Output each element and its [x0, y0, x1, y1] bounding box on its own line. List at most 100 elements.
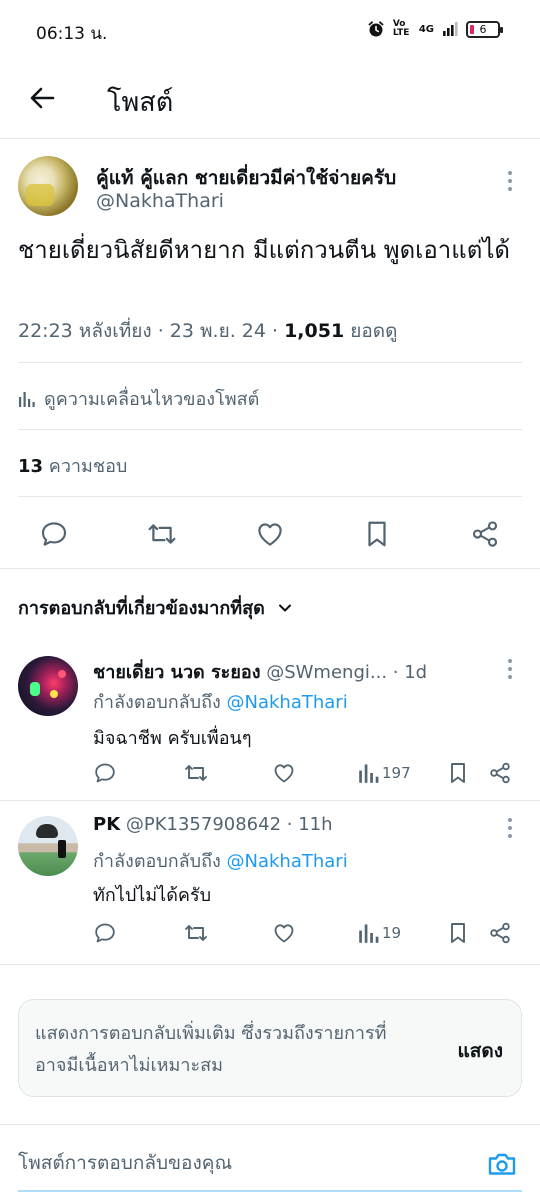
analytics-icon [359, 764, 379, 783]
share-icon [472, 521, 498, 547]
replying-to: กำลังตอบกลับถึง @NakhaThari [93, 687, 348, 716]
share-button[interactable] [463, 512, 507, 556]
views-button[interactable]: 19 [358, 918, 401, 948]
post-analytics-link[interactable]: ดูความเคลื่อนไหวของโพสต์ [18, 384, 259, 413]
likes-label: ความชอบ [43, 456, 128, 477]
post-meta: 22:23 หลังเที่ยง · 23 พ.ย. 24 · 1,051 ยอ… [18, 316, 397, 346]
likes-summary[interactable]: 13 ความชอบ [18, 451, 127, 480]
battery-icon: 6 [466, 20, 503, 38]
divider [0, 800, 540, 801]
show-more-text: แสดงการตอบกลับเพิ่มเติม ซึ่งรวมถึงรายการ… [35, 1023, 387, 1076]
repost-icon [148, 524, 176, 544]
reply-icon [95, 763, 115, 783]
author-handle[interactable]: @NakhaThari [96, 190, 224, 212]
header-divider [0, 138, 540, 139]
show-more-button[interactable]: แสดง [458, 1036, 503, 1066]
likes-count: 13 [18, 456, 44, 477]
like-icon [274, 924, 294, 943]
share-icon [490, 922, 510, 944]
reply-author-handle[interactable]: @SWmengi... [260, 662, 387, 683]
repost-icon [185, 765, 207, 781]
replies-sort-label: การตอบกลับที่เกี่ยวข้องมากที่สุด [18, 598, 265, 619]
views-count: 197 [382, 764, 411, 782]
views-button[interactable]: 197 [358, 758, 411, 788]
reply-action-bar: 197 [0, 758, 540, 788]
reply-button[interactable] [32, 512, 76, 556]
reply-header: PK @PK1357908642 · 11h [93, 814, 333, 835]
divider [18, 429, 522, 430]
status-icons: Vo LTE 4G 6 [367, 20, 503, 38]
share-button[interactable] [488, 918, 512, 948]
reply-more-button[interactable] [498, 816, 522, 840]
like-button[interactable] [272, 758, 296, 788]
reply-text: ทักไปไม่ได้ครับ [93, 885, 212, 906]
author-name[interactable]: คู้แท้ คู้แลก ชายเดี่ยวมีค่าใช้จ่ายครับ [96, 163, 396, 193]
more-vertical-icon [508, 818, 512, 838]
like-icon [258, 523, 282, 546]
signal-icon [442, 21, 458, 37]
views-count: 19 [382, 924, 402, 942]
reply-button[interactable] [93, 918, 117, 948]
analytics-icon [359, 924, 379, 943]
analytics-icon [18, 390, 36, 408]
arrow-left-icon [30, 87, 55, 109]
author-avatar[interactable] [18, 156, 78, 216]
replying-to-handle[interactable]: @NakhaThari [227, 851, 348, 872]
analytics-label: ดูความเคลื่อนไหวของโพสต์ [44, 389, 260, 410]
views-label: ยอดดู [344, 320, 398, 342]
chevron-down-icon [277, 600, 293, 616]
share-icon [490, 762, 510, 784]
show-more-replies-card: แสดงการตอบกลับเพิ่มเติม ซึ่งรวมถึงรายการ… [18, 999, 522, 1097]
camera-icon [488, 1153, 516, 1175]
network-label: 4G [418, 23, 434, 35]
divider [0, 568, 540, 569]
reply-time: · 1d [387, 662, 428, 683]
share-button[interactable] [488, 758, 512, 788]
repost-button[interactable] [183, 918, 209, 948]
bookmark-icon [368, 521, 386, 547]
reply-text: มิจฉาชีพ ครับเพื่อนๆ [93, 728, 252, 749]
composer-underline [18, 1190, 522, 1192]
repost-button[interactable] [183, 758, 209, 788]
replying-to: กำลังตอบกลับถึง @NakhaThari [93, 846, 348, 875]
reply-header: ชายเดี่ยว นวด ระยอง @SWmengi... · 1d [93, 657, 427, 686]
reply-time: · 11h [281, 814, 333, 835]
reply-more-button[interactable] [498, 657, 522, 681]
like-button[interactable] [248, 512, 292, 556]
more-vertical-icon [508, 659, 512, 679]
bookmark-icon [451, 763, 465, 783]
divider [18, 362, 522, 363]
page-title: โพสต์ [107, 87, 174, 118]
replying-prefix: กำลังตอบกลับถึง [93, 692, 227, 713]
bookmark-icon [451, 923, 465, 943]
post-timestamp: 22:23 หลังเที่ยง · 23 พ.ย. 24 · [18, 320, 285, 342]
composer-divider [0, 1124, 540, 1125]
replying-to-handle[interactable]: @NakhaThari [227, 692, 348, 713]
replies-sort-dropdown[interactable]: การตอบกลับที่เกี่ยวข้องมากที่สุด [18, 593, 293, 622]
reply-icon [41, 522, 67, 546]
reply-composer-input[interactable] [18, 1146, 458, 1180]
camera-button[interactable] [486, 1148, 518, 1180]
post-action-bar [0, 512, 540, 556]
back-button[interactable] [22, 80, 62, 116]
replying-prefix: กำลังตอบกลับถึง [93, 851, 227, 872]
divider [0, 964, 540, 965]
bookmark-button[interactable] [447, 918, 469, 948]
reply-author-handle[interactable]: @PK1357908642 [120, 814, 281, 835]
like-button[interactable] [272, 918, 296, 948]
reply-avatar[interactable] [18, 656, 78, 716]
reply-avatar[interactable] [18, 816, 78, 876]
views-count: 1,051 [284, 320, 345, 342]
reply-author-name[interactable]: ชายเดี่ยว นวด ระยอง [93, 662, 260, 683]
post-more-button[interactable] [498, 169, 522, 193]
status-time: 06:13 น. [36, 24, 108, 44]
divider [18, 496, 522, 497]
more-vertical-icon [508, 171, 512, 191]
repost-button[interactable] [140, 512, 184, 556]
reply-author-name[interactable]: PK [93, 814, 120, 835]
bookmark-button[interactable] [355, 512, 399, 556]
reply-button[interactable] [93, 758, 117, 788]
repost-icon [185, 925, 207, 941]
bookmark-button[interactable] [447, 758, 469, 788]
reply-action-bar: 19 [0, 918, 540, 948]
